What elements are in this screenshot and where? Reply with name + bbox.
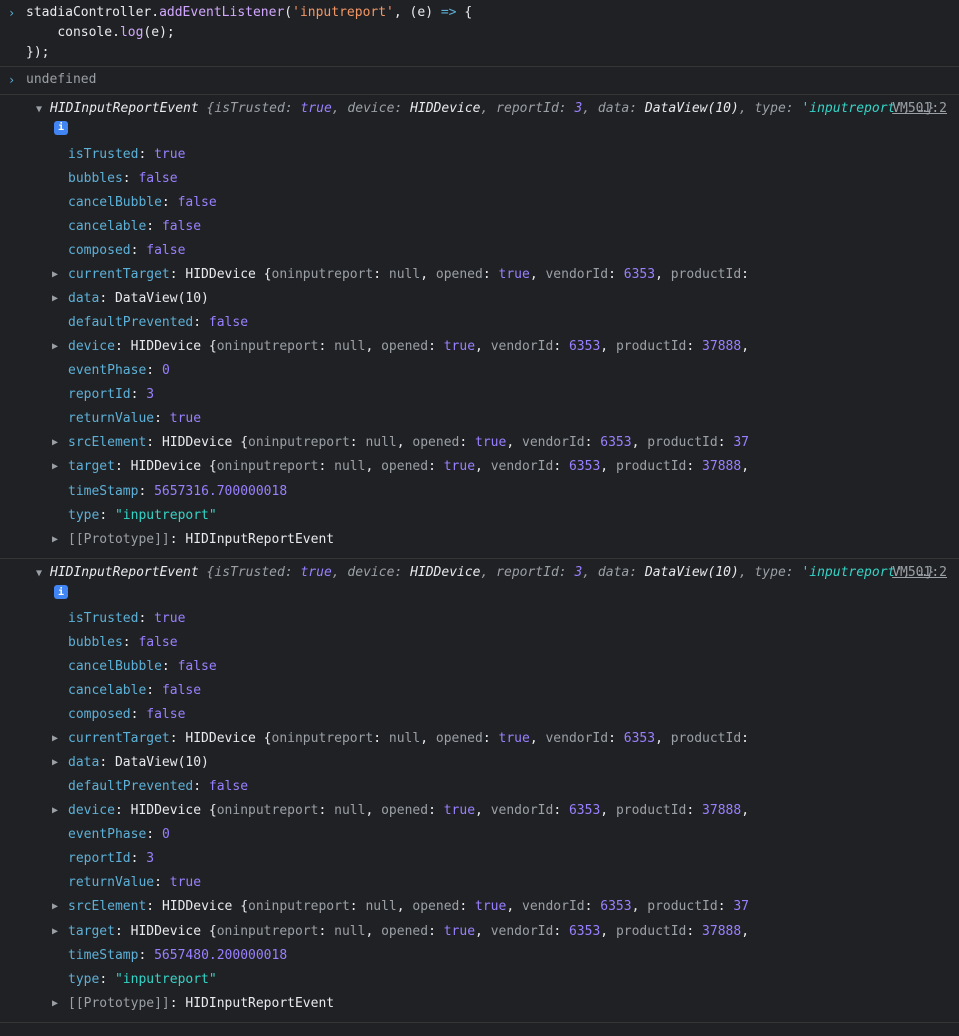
object-property-cancelBubble: cancelBubble: false (52, 191, 959, 215)
object-property-cancelable: cancelable: false (52, 215, 959, 239)
object-property-data[interactable]: ▶ data: DataView(10) (52, 287, 959, 311)
expand-arrow-icon[interactable]: ▶ (52, 335, 68, 357)
object-property-target[interactable]: ▶ target: HIDDevice {oninputreport: null… (52, 455, 959, 479)
expand-arrow-icon[interactable]: ▶ (52, 528, 68, 550)
expand-arrow-icon (52, 480, 68, 483)
expand-arrow-icon (52, 239, 68, 242)
object-property-currentTarget[interactable]: ▶ currentTarget: HIDDevice {oninputrepor… (52, 727, 959, 751)
expand-arrow-icon (52, 504, 68, 507)
info-badge-icon[interactable]: i (54, 585, 68, 599)
object-property-[[Prototype]][interactable]: ▶ [[Prototype]]: HIDInputReportEvent (52, 992, 959, 1016)
object-property-cancelBubble: cancelBubble: false (52, 655, 959, 679)
object-property-returnValue: returnValue: true (52, 871, 959, 895)
console-log-entry: VM501:2 ▼ HIDInputReportEvent {isTrusted… (0, 95, 959, 559)
input-chevron-icon: › (8, 3, 26, 23)
object-property-reportId: reportId: 3 (52, 847, 959, 871)
expand-arrow-icon (52, 191, 68, 194)
source-link[interactable]: VM501:2 (892, 99, 947, 119)
object-property-reportId: reportId: 3 (52, 383, 959, 407)
input-code[interactable]: stadiaController.addEventListener('input… (26, 3, 959, 63)
object-property-composed: composed: false (52, 239, 959, 263)
object-properties: isTrusted: true bubbles: false cancelBub… (0, 139, 959, 552)
expand-arrow-icon (52, 655, 68, 658)
console-return-row: › undefined (0, 67, 959, 94)
object-property-defaultPrevented: defaultPrevented: false (52, 775, 959, 799)
expand-arrow-icon[interactable]: ▶ (52, 263, 68, 285)
info-badge-icon[interactable]: i (54, 121, 68, 135)
console-log-entry: VM501:2 ▼ HIDInputReportEvent {isTrusted… (0, 559, 959, 1023)
object-property-type: type: "inputreport" (52, 968, 959, 992)
object-property-timeStamp: timeStamp: 5657480.200000018 (52, 944, 959, 968)
object-property-composed: composed: false (52, 703, 959, 727)
object-property-eventPhase: eventPhase: 0 (52, 359, 959, 383)
expand-arrow-icon[interactable]: ▶ (52, 751, 68, 773)
object-property-data[interactable]: ▶ data: DataView(10) (52, 751, 959, 775)
output-chevron-icon: › (8, 70, 26, 90)
object-property-target[interactable]: ▶ target: HIDDevice {oninputreport: null… (52, 920, 959, 944)
expand-arrow-icon[interactable]: ▶ (52, 431, 68, 453)
object-property-bubbles: bubbles: false (52, 167, 959, 191)
expand-arrow-icon (52, 359, 68, 362)
expand-arrow-icon (52, 607, 68, 610)
object-property-timeStamp: timeStamp: 5657316.700000018 (52, 480, 959, 504)
object-summary[interactable]: ▼ HIDInputReportEvent {isTrusted: true, … (0, 99, 959, 139)
expand-arrow-icon (52, 775, 68, 778)
object-property-device[interactable]: ▶ device: HIDDevice {oninputreport: null… (52, 799, 959, 823)
object-property-srcElement[interactable]: ▶ srcElement: HIDDevice {oninputreport: … (52, 431, 959, 455)
object-property-currentTarget[interactable]: ▶ currentTarget: HIDDevice {oninputrepor… (52, 263, 959, 287)
object-properties: isTrusted: true bubbles: false cancelBub… (0, 603, 959, 1016)
object-property-bubbles: bubbles: false (52, 631, 959, 655)
object-property-isTrusted: isTrusted: true (52, 143, 959, 167)
expand-arrow-icon (52, 167, 68, 170)
expand-arrow-icon[interactable]: ▶ (52, 799, 68, 821)
console-input-row: › stadiaController.addEventListener('inp… (0, 0, 959, 67)
expand-arrow-icon[interactable]: ▶ (52, 920, 68, 942)
object-property-device[interactable]: ▶ device: HIDDevice {oninputreport: null… (52, 335, 959, 359)
expand-arrow-icon[interactable]: ▶ (52, 727, 68, 749)
disclosure-triangle-icon[interactable]: ▼ (36, 99, 50, 118)
object-property-eventPhase: eventPhase: 0 (52, 823, 959, 847)
object-summary[interactable]: ▼ HIDInputReportEvent {isTrusted: true, … (0, 563, 959, 603)
return-value: undefined (26, 72, 96, 87)
devtools-console: › stadiaController.addEventListener('inp… (0, 0, 959, 1023)
expand-arrow-icon[interactable]: ▶ (52, 895, 68, 917)
expand-arrow-icon (52, 215, 68, 218)
expand-arrow-icon (52, 847, 68, 850)
expand-arrow-icon[interactable]: ▶ (52, 455, 68, 477)
expand-arrow-icon (52, 631, 68, 634)
object-property-defaultPrevented: defaultPrevented: false (52, 311, 959, 335)
expand-arrow-icon (52, 823, 68, 826)
expand-arrow-icon (52, 703, 68, 706)
object-property-returnValue: returnValue: true (52, 407, 959, 431)
expand-arrow-icon (52, 968, 68, 971)
expand-arrow-icon[interactable]: ▶ (52, 287, 68, 309)
disclosure-triangle-icon[interactable]: ▼ (36, 563, 50, 582)
object-property-isTrusted: isTrusted: true (52, 607, 959, 631)
expand-arrow-icon (52, 311, 68, 314)
object-property-[[Prototype]][interactable]: ▶ [[Prototype]]: HIDInputReportEvent (52, 528, 959, 552)
object-property-cancelable: cancelable: false (52, 679, 959, 703)
expand-arrow-icon (52, 407, 68, 410)
expand-arrow-icon[interactable]: ▶ (52, 992, 68, 1014)
object-property-type: type: "inputreport" (52, 504, 959, 528)
expand-arrow-icon (52, 944, 68, 947)
expand-arrow-icon (52, 383, 68, 386)
expand-arrow-icon (52, 143, 68, 146)
source-link[interactable]: VM501:2 (892, 563, 947, 583)
object-property-srcElement[interactable]: ▶ srcElement: HIDDevice {oninputreport: … (52, 895, 959, 919)
expand-arrow-icon (52, 679, 68, 682)
expand-arrow-icon (52, 871, 68, 874)
